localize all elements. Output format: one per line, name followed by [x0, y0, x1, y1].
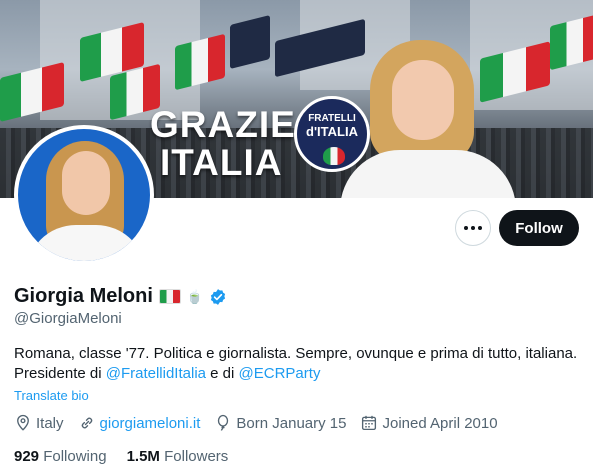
mention-link-fratellid-italia[interactable]: @FratellidItalia — [106, 365, 206, 382]
more-options-button[interactable] — [455, 210, 491, 246]
followers-label: Followers — [164, 448, 229, 465]
name-emoji: 🍵 — [186, 288, 204, 304]
following-count: 929 — [14, 448, 40, 465]
location-item: Italy — [14, 414, 64, 432]
user-handle: @GiorgiaMeloni — [14, 310, 122, 327]
website-item: giorgiameloni.it — [78, 414, 201, 432]
followers-link[interactable]: 1.5M Followers — [127, 448, 229, 465]
avatar[interactable] — [14, 125, 154, 265]
bio-text: e di — [206, 365, 239, 382]
followers-count: 1.5M — [126, 448, 160, 465]
banner-headline: GRAZIE ITALIA — [150, 104, 296, 183]
joined-item: Joined April 2010 — [360, 414, 498, 432]
bio-text: Presidente di — [14, 365, 106, 382]
calendar-icon — [362, 415, 377, 431]
following-label: Following — [43, 448, 107, 465]
link-icon — [81, 417, 92, 429]
balloon-icon — [218, 414, 229, 431]
follow-stats: 929 Following 1.5M Followers — [14, 448, 228, 465]
birthday-item: Born January 15 — [214, 414, 346, 432]
name-row: Giorgia Meloni 🍵 — [14, 285, 227, 308]
profile-meta: Italy giorgiameloni.it Born January 15 J… — [14, 414, 498, 432]
more-horizontal-icon — [464, 226, 482, 230]
profile-bio: Romana, classe '77. Politica e giornalis… — [14, 344, 584, 384]
translate-bio-link[interactable]: Translate bio — [14, 388, 89, 403]
follow-button[interactable]: Follow — [499, 210, 579, 246]
website-link[interactable]: giorgiameloni.it — [100, 415, 201, 432]
italy-flag-icon — [158, 289, 181, 304]
mention-link-ecr-party[interactable]: @ECRParty — [239, 365, 321, 382]
birthday-text: Born January 15 — [236, 414, 347, 432]
banner-portrait — [340, 40, 516, 198]
location-text: Italy — [36, 414, 64, 432]
display-name: Giorgia Meloni — [14, 285, 153, 307]
bio-line: Romana, classe '77. Politica e giornalis… — [14, 345, 578, 362]
joined-text: Joined April 2010 — [382, 414, 498, 432]
verified-badge-icon — [210, 288, 226, 305]
location-pin-icon — [17, 414, 29, 431]
following-link[interactable]: 929 Following — [14, 448, 107, 465]
